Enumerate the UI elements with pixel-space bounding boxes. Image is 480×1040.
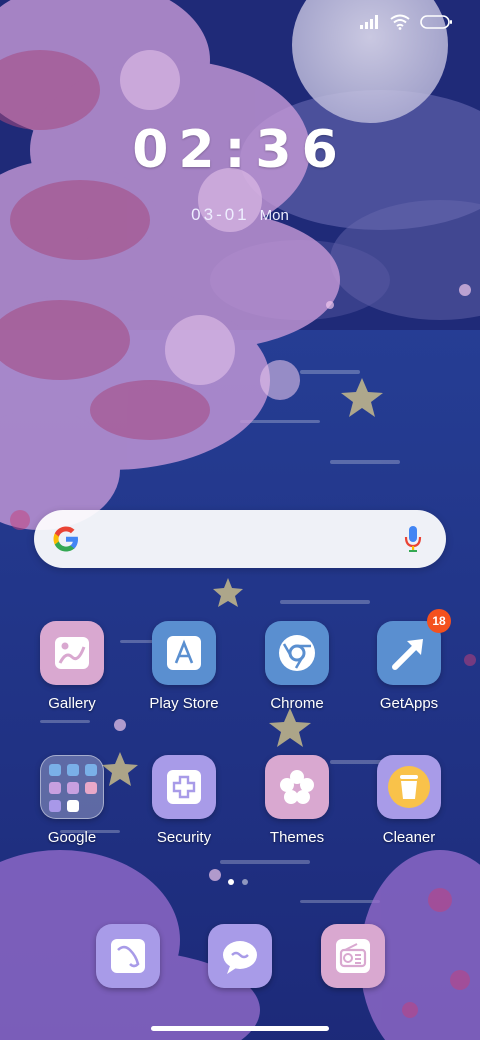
google-g-icon <box>53 526 78 552</box>
phone-icon <box>111 939 145 973</box>
app-label: Play Store <box>149 695 219 712</box>
security-icon <box>152 755 216 819</box>
messages-icon <box>223 941 257 974</box>
wifi-icon <box>390 14 410 30</box>
app-themes[interactable]: Themes <box>242 755 352 846</box>
status-bar <box>360 12 452 32</box>
dock-radio[interactable] <box>321 924 385 988</box>
dock-phone[interactable] <box>96 924 160 988</box>
chrome-icon <box>265 621 329 685</box>
google-search-bar[interactable] <box>34 510 446 568</box>
cleaner-icon <box>377 755 441 819</box>
app-label: Chrome <box>270 695 324 712</box>
app-chrome[interactable]: Chrome <box>242 621 352 712</box>
page-indicator <box>228 879 248 885</box>
page-dot-active <box>228 879 234 885</box>
battery-icon <box>420 15 452 29</box>
notification-badge: 18 <box>427 609 451 633</box>
app-label: Themes <box>269 829 325 846</box>
date-label: 03-01 <box>191 205 250 224</box>
app-cleaner[interactable]: Cleaner <box>354 755 464 846</box>
app-play-store[interactable]: Play Store <box>129 621 239 712</box>
app-security[interactable]: Security <box>129 755 239 846</box>
signal-icon <box>360 15 378 29</box>
themes-icon <box>265 755 329 819</box>
app-gallery[interactable]: Gallery <box>17 621 127 712</box>
dock-messages[interactable] <box>208 924 272 988</box>
app-label: Gallery <box>48 695 96 712</box>
page-dot <box>242 879 248 885</box>
date-row[interactable]: 03-01 Mon <box>0 205 480 225</box>
microphone-icon[interactable] <box>402 524 424 554</box>
app-folder-google[interactable]: Google <box>17 755 127 846</box>
radio-icon <box>336 939 370 973</box>
app-label: Cleaner <box>382 829 436 846</box>
weekday-label: Mon <box>259 207 289 224</box>
home-gesture-bar[interactable] <box>151 1026 329 1031</box>
play-store-icon <box>152 621 216 685</box>
app-label: Security <box>156 829 212 846</box>
app-label: GetApps <box>379 695 439 712</box>
app-label: Google <box>47 829 97 846</box>
getapps-icon: 18 <box>377 609 451 685</box>
folder-icon <box>40 755 104 819</box>
app-getapps[interactable]: 18 GetApps <box>354 609 464 712</box>
lockscreen-clock[interactable]: 02:36 <box>0 120 480 180</box>
gallery-icon <box>40 621 104 685</box>
